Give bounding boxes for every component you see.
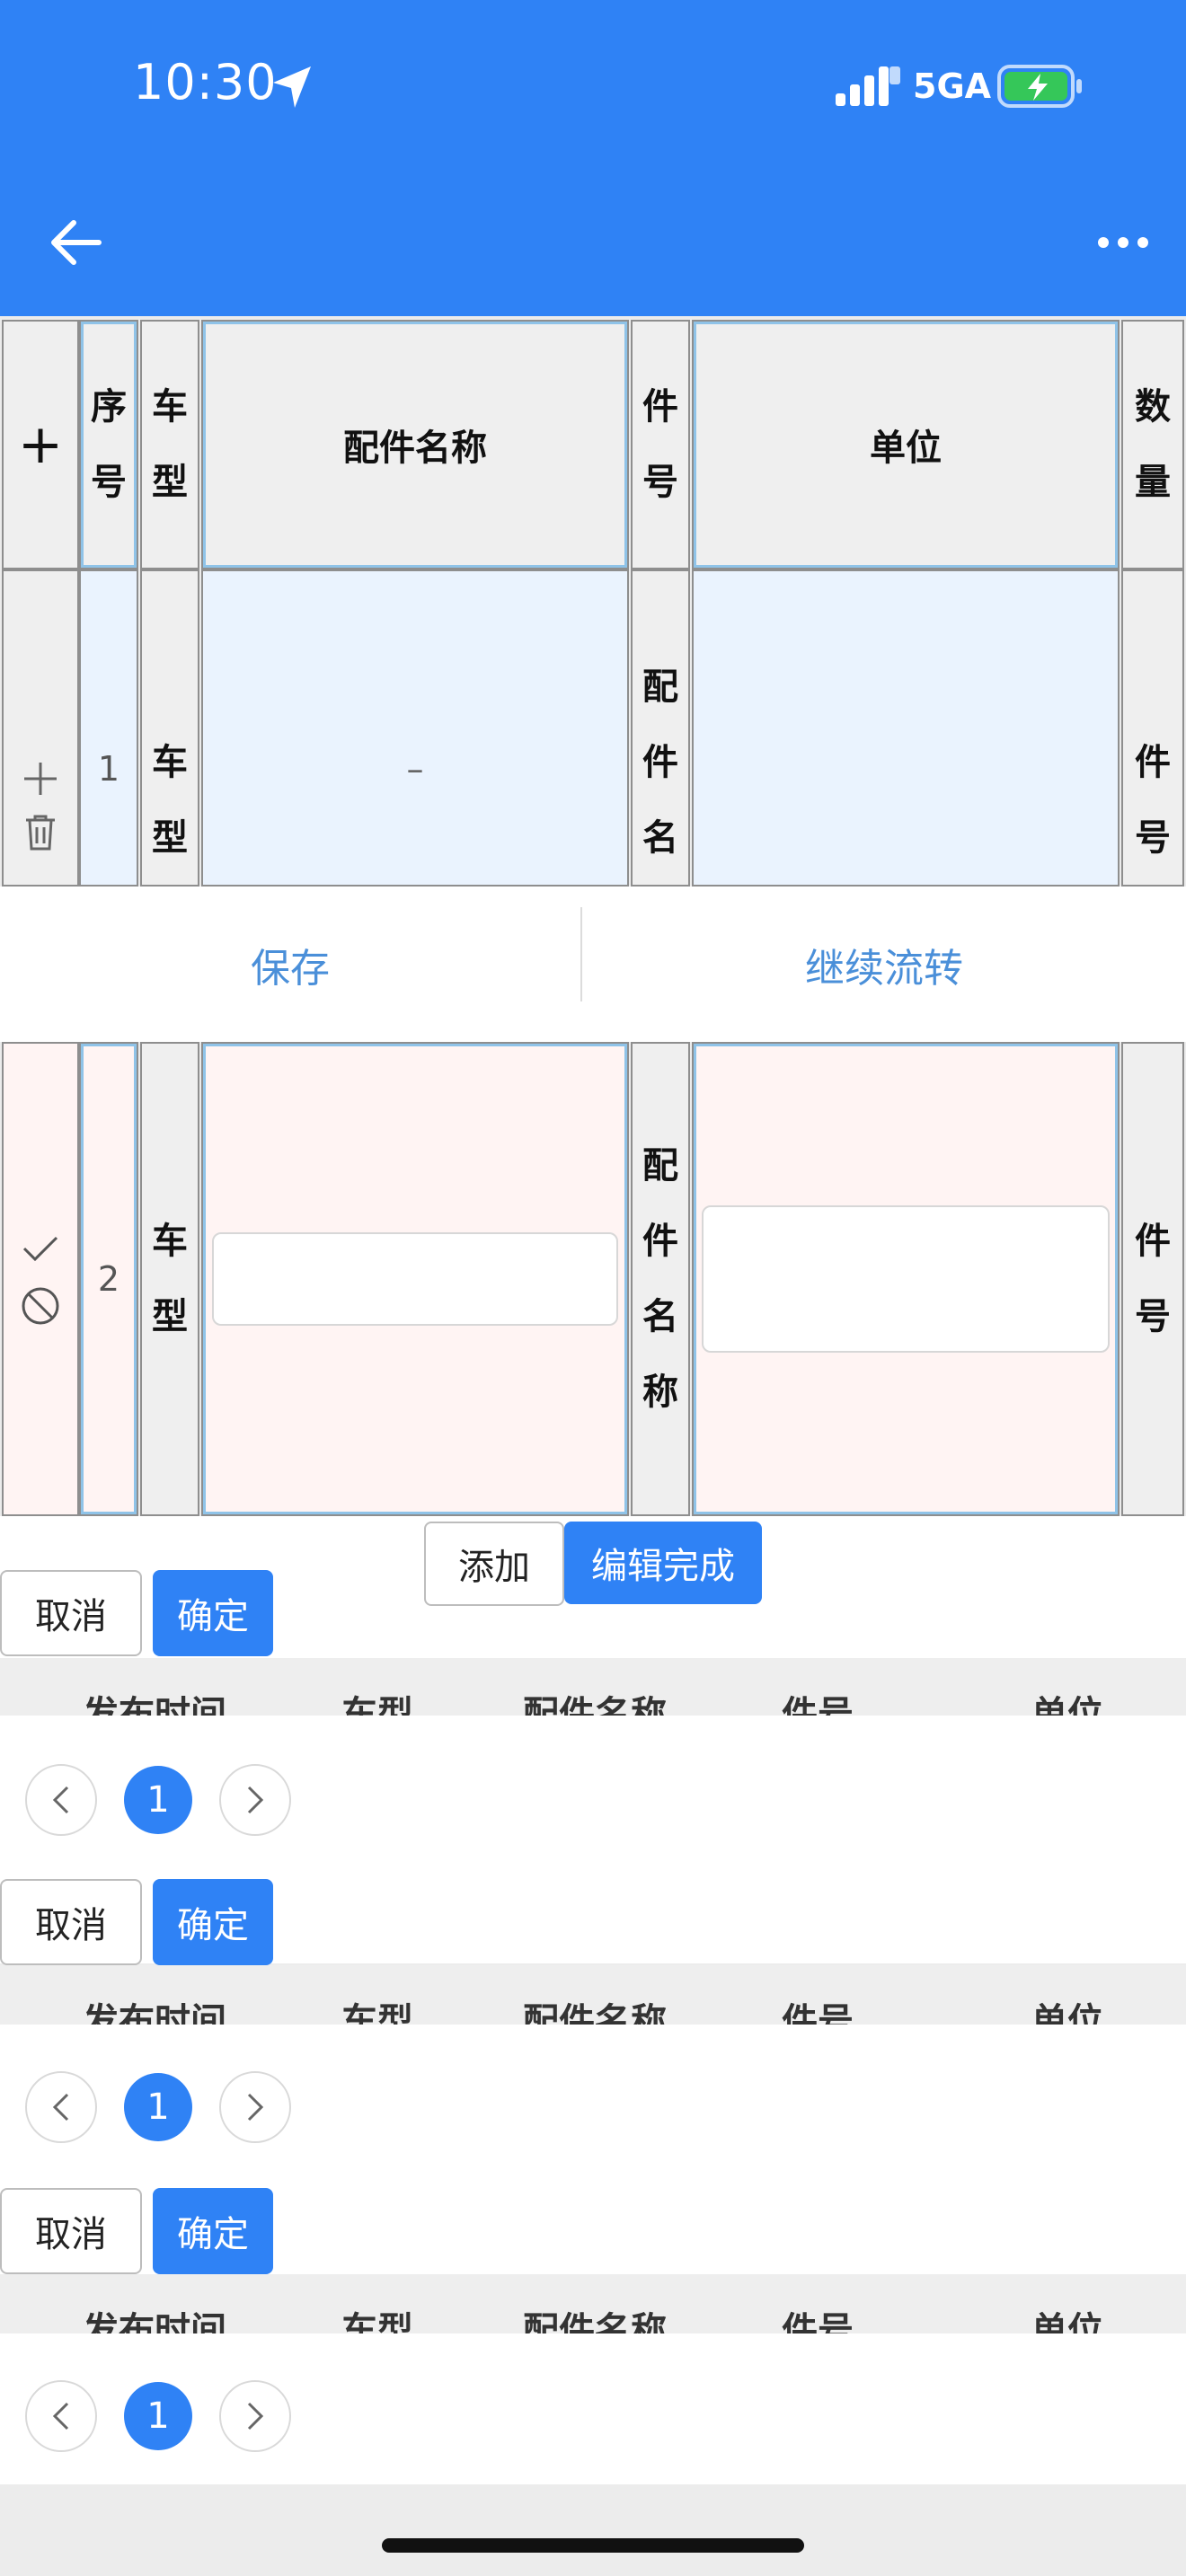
add-row-button[interactable]: 添加 — [424, 1522, 564, 1606]
header-model: 车型 — [140, 320, 199, 569]
row2-model: 车型 — [140, 1042, 199, 1516]
header-qty: 数量 — [1121, 320, 1184, 569]
row2-part-name — [201, 1042, 629, 1516]
header-qty-label: 数量 — [1135, 386, 1171, 503]
row1-part-no-value: 配件名 — [642, 666, 678, 859]
chevron-right-icon — [247, 2402, 264, 2430]
chevron-left-icon — [52, 2093, 69, 2122]
col-part-name: 配件名称 — [523, 2001, 667, 2025]
col-part-no: 件号 — [782, 1694, 854, 1716]
col-part-name: 配件名称 — [523, 2310, 667, 2333]
header-part-no-label: 件号 — [642, 386, 678, 503]
save-button[interactable]: 保存 — [0, 887, 580, 1042]
row1-qty-value: 件号 — [1135, 742, 1171, 859]
chevron-right-icon — [247, 2093, 264, 2122]
col-part-no: 件号 — [782, 2001, 854, 2025]
dialog3-prev-page[interactable] — [25, 2380, 97, 2452]
app-header — [0, 0, 1186, 316]
row2-actions — [2, 1042, 79, 1516]
header-part-name-label: 配件名称 — [343, 428, 487, 469]
header-part-name: 配件名称 — [201, 320, 629, 569]
dialog2-next-page[interactable] — [219, 2071, 291, 2143]
row1-part-name[interactable]: – — [201, 569, 629, 887]
dialog3-next-page[interactable] — [219, 2380, 291, 2452]
dialog3-cancel-button[interactable]: 取消 — [0, 2188, 142, 2274]
row1-seq-value: 1 — [97, 748, 120, 789]
header-unit-label: 单位 — [870, 428, 942, 469]
network-label: 5GA — [913, 66, 992, 106]
home-indicator[interactable] — [382, 2538, 804, 2553]
unit-input[interactable] — [702, 1205, 1110, 1353]
status-time: 10:30 — [133, 54, 278, 110]
row1-part-no: 配件名 — [631, 569, 690, 887]
header-seq-label: 序号 — [91, 386, 127, 503]
header-unit: 单位 — [692, 320, 1120, 569]
chevron-left-icon — [52, 2402, 69, 2430]
row2-part-no: 配件名称 — [631, 1042, 690, 1516]
dialog2-confirm-button[interactable]: 确定 — [153, 1879, 273, 1965]
location-arrow-icon — [273, 66, 311, 108]
chevron-left-icon — [52, 1786, 69, 1814]
battery-icon — [997, 65, 1082, 108]
col-unit: 单位 — [1031, 1694, 1103, 1716]
row2-seq-value: 2 — [97, 1259, 120, 1299]
row2-unit — [692, 1042, 1120, 1516]
col-publish-time: 发布时间 — [83, 2310, 226, 2333]
row1-model: 车型 — [140, 569, 199, 887]
dialog1-confirm-button[interactable]: 确定 — [153, 1570, 273, 1656]
row2-seq: 2 — [79, 1042, 138, 1516]
col-model: 车型 — [341, 2001, 413, 2025]
cancel-edit-icon[interactable] — [19, 1284, 62, 1328]
screen: 10:30 5GA + 序号 车型 配件名称 件号 单位 数量 1 车型 – 配… — [0, 0, 1186, 2576]
dialog3-confirm-button[interactable]: 确定 — [153, 2188, 273, 2274]
edit-done-button[interactable]: 编辑完成 — [564, 1522, 762, 1604]
dialog1-prev-page[interactable] — [25, 1764, 97, 1836]
dialog3-table-header: 发布时间 车型 配件名称 件号 单位 — [0, 2274, 1186, 2333]
dialog1-cancel-button[interactable]: 取消 — [0, 1570, 142, 1656]
col-publish-time: 发布时间 — [83, 1694, 226, 1716]
row2-part-no-value: 配件名称 — [642, 1145, 678, 1413]
header-seq: 序号 — [79, 320, 138, 569]
check-icon[interactable] — [19, 1231, 62, 1266]
add-row-icon[interactable] — [19, 757, 62, 800]
col-model: 车型 — [341, 2310, 413, 2333]
more-options-icon[interactable] — [1092, 216, 1155, 269]
dialog1-table-header: 发布时间 车型 配件名称 件号 单位 — [0, 1658, 1186, 1716]
row1-part-name-value: – — [406, 748, 424, 789]
row1-qty: 件号 — [1121, 569, 1184, 887]
dialog1-page-1[interactable]: 1 — [124, 1766, 192, 1834]
col-unit: 单位 — [1031, 2310, 1103, 2333]
row2-qty-value: 件号 — [1135, 1221, 1171, 1337]
trash-icon[interactable] — [22, 813, 58, 852]
add-row-header[interactable]: + — [2, 320, 79, 569]
col-model: 车型 — [341, 1694, 413, 1716]
continue-flow-button[interactable]: 继续流转 — [582, 887, 1186, 1042]
dialog2-prev-page[interactable] — [25, 2071, 97, 2143]
header-part-no: 件号 — [631, 320, 690, 569]
dialog2-table-header: 发布时间 车型 配件名称 件号 单位 — [0, 1965, 1186, 2025]
back-arrow-icon[interactable] — [45, 211, 108, 274]
col-unit: 单位 — [1031, 2001, 1103, 2025]
row2-qty: 件号 — [1121, 1042, 1184, 1516]
row1-unit[interactable] — [692, 569, 1120, 887]
col-part-no: 件号 — [782, 2310, 854, 2333]
row1-model-value: 车型 — [152, 742, 188, 859]
row2-model-value: 车型 — [152, 1221, 188, 1337]
col-part-name: 配件名称 — [523, 1694, 667, 1716]
row1-actions — [2, 569, 79, 887]
part-name-input[interactable] — [212, 1232, 618, 1326]
dialog2-page-1[interactable]: 1 — [124, 2073, 192, 2141]
plus-icon: + — [17, 413, 64, 476]
dialog3-page-1[interactable]: 1 — [124, 2382, 192, 2450]
signal-icon — [836, 66, 900, 106]
col-publish-time: 发布时间 — [83, 2001, 226, 2025]
chevron-right-icon — [247, 1786, 264, 1814]
dialog1-next-page[interactable] — [219, 1764, 291, 1836]
row1-seq: 1 — [79, 569, 138, 887]
header-model-label: 车型 — [152, 386, 188, 503]
dialog2-cancel-button[interactable]: 取消 — [0, 1879, 142, 1965]
